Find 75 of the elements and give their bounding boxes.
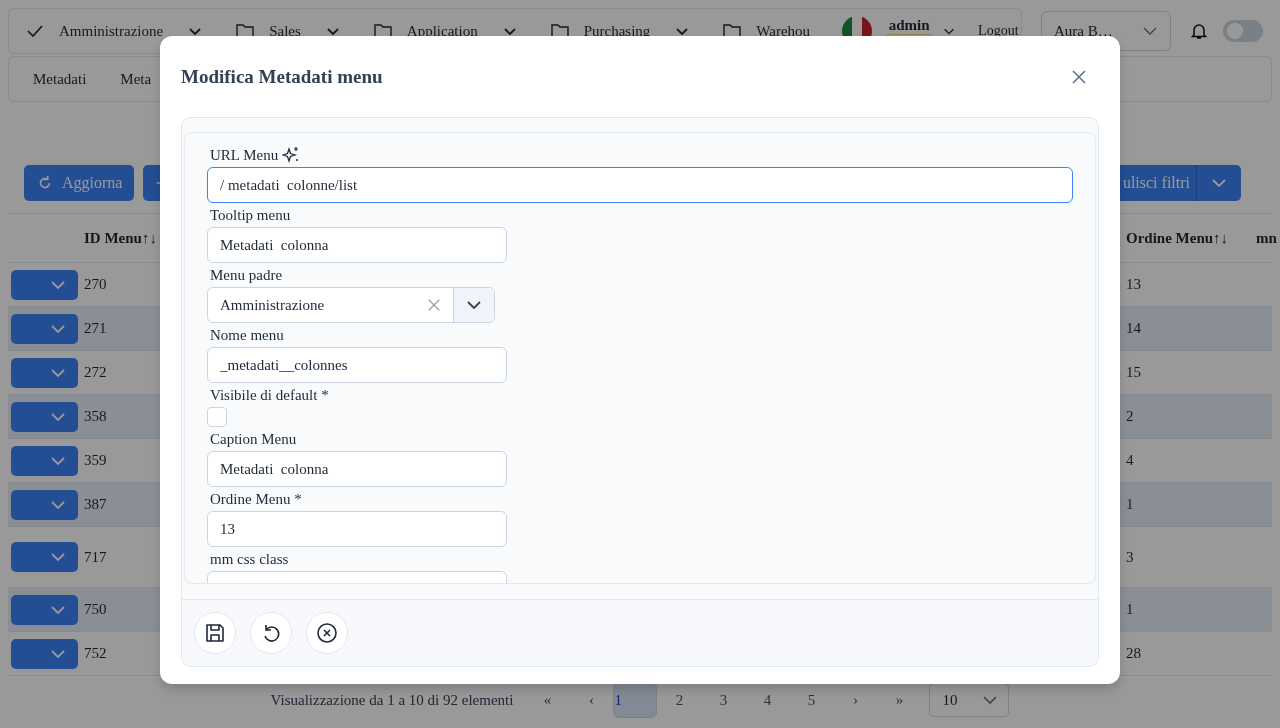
column-header[interactable]: Ordine Menu↑↓ bbox=[1122, 229, 1229, 247]
table-cell-text: 272 bbox=[83, 364, 107, 381]
page-button[interactable]: 1 bbox=[613, 682, 658, 718]
input-field[interactable]: Metadati colonna bbox=[207, 451, 507, 487]
row-action-button[interactable] bbox=[11, 313, 78, 344]
save-icon bbox=[203, 621, 227, 645]
dark-mode-toggle[interactable] bbox=[1223, 20, 1263, 42]
page-button[interactable]: 3 bbox=[701, 680, 746, 720]
column-header[interactable]: mn bbox=[1252, 229, 1277, 247]
save-button[interactable] bbox=[194, 612, 236, 654]
field-label: Caption Menu bbox=[210, 430, 297, 448]
table-cell-text: 359 bbox=[83, 452, 107, 469]
table-cell-text: 28 bbox=[1125, 645, 1141, 662]
field-label: Visibile di default * bbox=[210, 386, 329, 404]
field-label: Tooltip menu bbox=[210, 206, 291, 224]
logout-link[interactable]: Logout bbox=[978, 23, 1019, 39]
row-action-button[interactable] bbox=[11, 594, 78, 625]
page-button[interactable]: 5 bbox=[789, 680, 834, 720]
page-button[interactable]: 2 bbox=[657, 680, 702, 720]
submenu-item[interactable]: Meta bbox=[120, 70, 152, 88]
pagination-summary: Visualizzazione da 1 a 10 di 92 elementi bbox=[270, 691, 514, 709]
table-cell-text: 2 bbox=[1125, 408, 1134, 425]
input-field[interactable]: _metadati__colonnes bbox=[207, 347, 507, 383]
cancel-button[interactable] bbox=[306, 612, 348, 654]
user-name: admin bbox=[888, 17, 930, 34]
table-cell-text: 14 bbox=[1125, 320, 1141, 337]
next-page-button[interactable]: › bbox=[833, 680, 878, 720]
table-cell-text: 387 bbox=[83, 496, 107, 513]
field-label: Ordine Menu * bbox=[210, 490, 302, 508]
row-action-button[interactable] bbox=[11, 401, 78, 432]
row-action-button[interactable] bbox=[11, 489, 78, 520]
field-label: mm css class bbox=[210, 550, 289, 568]
sparkle-icon bbox=[282, 146, 301, 164]
input-field[interactable]: Metadati colonna bbox=[207, 227, 507, 263]
submenu-item[interactable]: Metadati bbox=[33, 70, 87, 88]
table-cell-text: 717 bbox=[83, 548, 107, 566]
input-field[interactable]: / metadati colonne/list bbox=[207, 167, 1073, 203]
row-action-button[interactable] bbox=[11, 357, 78, 388]
checkbox[interactable] bbox=[207, 407, 227, 427]
field-label: Menu padre bbox=[210, 266, 283, 284]
previous-page-button[interactable]: ‹ bbox=[569, 680, 614, 720]
row-action-button[interactable] bbox=[11, 638, 78, 669]
table-cell-text: 270 bbox=[83, 276, 107, 293]
table-cell-text: 1 bbox=[1125, 601, 1134, 618]
table-cell-text: 750 bbox=[83, 601, 107, 618]
table-cell-text: 1 bbox=[1125, 496, 1134, 513]
row-action-button[interactable] bbox=[11, 445, 78, 476]
table-cell-text: 4 bbox=[1125, 452, 1134, 469]
dialog-title: Modifica Metadati menu bbox=[181, 65, 383, 88]
dropdown-button[interactable] bbox=[1196, 165, 1241, 201]
column-header[interactable]: ID Menu↑↓ bbox=[80, 229, 157, 247]
cancel-icon bbox=[315, 621, 339, 645]
table-cell-text: 13 bbox=[1125, 276, 1141, 293]
table-cell-text: 15 bbox=[1125, 364, 1141, 381]
select-field[interactable]: Amministrazione bbox=[207, 287, 495, 323]
field-label: Nome menu bbox=[210, 326, 284, 344]
field-label: URL Menu bbox=[210, 146, 279, 164]
last-page-button[interactable]: » bbox=[877, 680, 922, 720]
row-action-button[interactable] bbox=[11, 542, 78, 572]
table-cell-text: 752 bbox=[83, 645, 107, 662]
menu-item[interactable]: Sales bbox=[235, 21, 341, 41]
bell-icon[interactable] bbox=[1189, 21, 1209, 41]
clear-icon[interactable] bbox=[427, 298, 441, 312]
menu-item[interactable]: Purchasing bbox=[549, 21, 691, 41]
menu-item[interactable]: Amministrazione bbox=[25, 21, 204, 41]
first-page-button[interactable]: « bbox=[525, 680, 570, 720]
table-cell-text: 271 bbox=[83, 320, 107, 337]
row-action-button[interactable] bbox=[11, 269, 78, 300]
table-cell-text: 358 bbox=[83, 408, 107, 425]
table-cell-text: 3 bbox=[1125, 548, 1134, 566]
close-icon[interactable] bbox=[1071, 68, 1087, 85]
menu-item[interactable]: Application bbox=[372, 21, 518, 41]
page-button[interactable]: 4 bbox=[745, 680, 790, 720]
input-field[interactable]: 13 bbox=[207, 511, 507, 547]
reset-button[interactable] bbox=[250, 612, 292, 654]
